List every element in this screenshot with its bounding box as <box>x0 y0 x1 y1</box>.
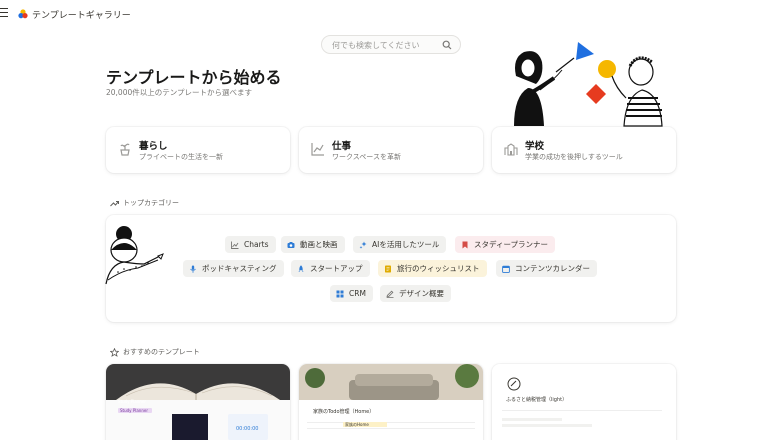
category-title: 暮らし <box>139 141 168 152</box>
top-bar: テンプレートギャラリー <box>0 0 782 28</box>
category-title: 仕事 <box>332 141 352 152</box>
category-card-school[interactable]: 学校 学業の成功を後押しするツール <box>492 127 676 173</box>
recommended-heading: おすすめのテンプレート <box>110 347 200 357</box>
chip-charts[interactable]: Charts <box>225 236 276 253</box>
chip-label: 旅行のウィッシュリスト <box>397 264 480 273</box>
grid-icon <box>336 290 344 297</box>
chart-icon <box>311 143 324 156</box>
template-preview-title: ふるさと納税管理（light） <box>506 397 568 403</box>
chip-label: ポッドキャスティング <box>202 264 277 273</box>
chip-podcasting[interactable]: ポッドキャスティング <box>183 260 284 277</box>
sparkle-icon <box>359 241 367 249</box>
template-preview-timer: 00:00:00 <box>236 426 259 432</box>
chip-label: コンテンツカレンダー <box>515 264 590 273</box>
trending-icon <box>110 200 119 206</box>
chip-label: 動画と映画 <box>300 240 338 249</box>
bookmark-icon <box>462 241 468 248</box>
school-icon <box>504 143 518 156</box>
category-card-life[interactable]: 暮らし プライベートの生活を一新 <box>106 127 290 173</box>
top-categories-heading: トップカテゴリー <box>110 198 179 208</box>
template-card-family-todo[interactable]: 家族のTodo管理（Home） 家族のHome <box>299 364 483 440</box>
panel-illustration <box>105 226 164 285</box>
template-card-study-planner[interactable]: Study Planner Study Planner 00:00:00 <box>106 364 290 440</box>
search-placeholder: 何でも検索してください <box>332 41 420 50</box>
top-categories-label: トップカテゴリー <box>123 199 179 207</box>
chip-label: デザイン概要 <box>399 289 444 298</box>
chip-design-brief[interactable]: デザイン概要 <box>380 285 451 302</box>
category-subtitle: プライベートの生活を一新 <box>139 153 223 161</box>
star-icon <box>110 347 119 357</box>
pencil-icon <box>386 290 394 298</box>
chip-ai-tools[interactable]: AIを活用したツール <box>353 236 447 253</box>
template-preview-title: Study Planner <box>120 408 148 413</box>
chip-label: Charts <box>244 240 269 249</box>
page-title: テンプレートから始める <box>106 68 282 87</box>
template-card-furusato[interactable]: ふるさと納税管理（light） <box>492 364 676 440</box>
template-preview-image <box>299 364 483 440</box>
chip-label: CRM <box>349 289 366 298</box>
page-subtitle: 20,000件以上のテンプレートから選べます <box>106 88 253 97</box>
chip-crm[interactable]: CRM <box>330 285 373 302</box>
microphone-icon <box>190 265 196 273</box>
chip-label: スタディープランナー <box>474 240 549 249</box>
chip-label: スタートアップ <box>310 264 363 273</box>
line-chart-icon <box>231 241 239 249</box>
chip-study-planner[interactable]: スタディープランナー <box>455 236 556 253</box>
recommended-label: おすすめのテンプレート <box>123 348 200 356</box>
category-title: 学校 <box>525 141 545 152</box>
note-icon <box>385 265 391 272</box>
gallery-logo-icon <box>18 9 28 19</box>
category-card-work[interactable]: 仕事 ワークスペースを革新 <box>299 127 483 173</box>
chip-label: AIを活用したツール <box>372 240 440 249</box>
category-subtitle: ワークスペースを革新 <box>332 153 401 161</box>
chip-travel-wishlist[interactable]: 旅行のウィッシュリスト <box>378 260 487 277</box>
calendar-icon <box>502 265 510 273</box>
rocket-icon <box>298 264 304 272</box>
chip-video-film[interactable]: 動画と映画 <box>281 236 345 253</box>
template-preview-text: 家族のHome <box>345 422 369 427</box>
template-preview-title: 家族のTodo管理（Home） <box>313 409 375 415</box>
chip-startup[interactable]: スタートアップ <box>291 260 370 277</box>
app-title: テンプレートギャラリー <box>32 11 131 21</box>
chip-content-calendar[interactable]: コンテンツカレンダー <box>496 260 597 277</box>
plant-icon <box>120 143 130 156</box>
hamburger-menu-icon[interactable] <box>0 8 8 18</box>
category-subtitle: 学業の成功を後押しするツール <box>525 153 623 161</box>
hero-illustration <box>514 42 663 127</box>
camera-icon <box>287 241 295 248</box>
search-input[interactable]: 何でも検索してください <box>321 35 461 54</box>
search-icon <box>442 40 452 50</box>
